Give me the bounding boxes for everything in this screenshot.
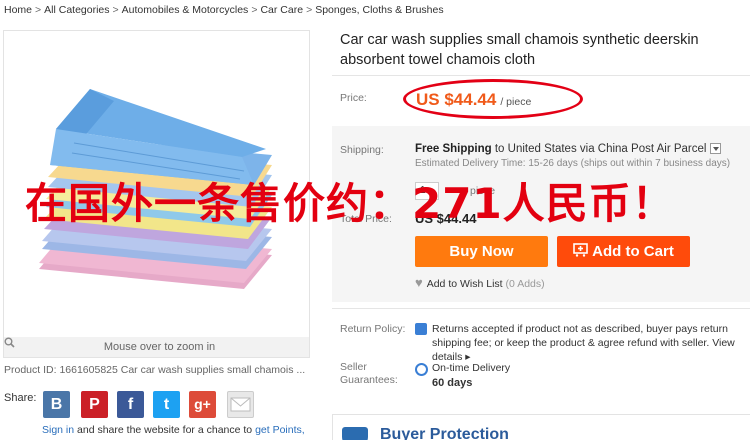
on-time-delivery-days: 60 days [432, 377, 473, 389]
delivery-estimate: Estimated Delivery Time: 15-26 days (shi… [415, 158, 731, 169]
signin-prompt-text: and share the website for a chance to [74, 424, 256, 436]
get-points-link[interactable]: get Points, [255, 424, 305, 436]
breadcrumb-automobiles[interactable]: Automobiles & Motorcycles [122, 4, 249, 16]
cart-icon [573, 237, 589, 268]
breadcrumb: Home > All Categories > Automobiles & Motorc… [4, 4, 444, 16]
breadcrumb-separator: > [112, 4, 119, 16]
free-shipping-text: Free Shipping [415, 143, 492, 155]
signin-share-prompt: Sign in and share the website for a chan… [42, 424, 305, 436]
shield-icon [342, 427, 368, 440]
buyer-protection-title: Buyer Protection [380, 426, 509, 440]
price-annotation-overlay: 在国外一条售价约：271人民币！ [25, 179, 675, 228]
return-policy-body: Returns accepted if product not as descr… [432, 323, 728, 349]
clock-icon [415, 363, 428, 376]
seller-guarantees-label: Seller Guarantees: [340, 361, 398, 386]
twitter-share-button[interactable]: t [153, 391, 180, 418]
add-to-cart-label: Add to Cart [592, 243, 674, 260]
breadcrumb-sponges[interactable]: Sponges, Cloths & Brushes [315, 4, 443, 16]
signin-link[interactable]: Sign in [42, 424, 74, 436]
title-divider [332, 75, 750, 76]
return-policy-text: Returns accepted if product not as descr… [432, 322, 750, 364]
breadcrumb-separator: > [306, 4, 313, 16]
pinterest-share-button[interactable]: P [81, 391, 108, 418]
zoom-hint-text: Mouse over to zoom in [103, 341, 216, 353]
envelope-icon [230, 397, 251, 412]
zoom-hint-bar: Mouse over to zoom in [4, 337, 309, 357]
breadcrumb-all-categories[interactable]: All Categories [44, 4, 109, 16]
facebook-share-button[interactable]: f [117, 391, 144, 418]
email-share-button[interactable] [227, 391, 254, 418]
share-label: Share: [4, 392, 37, 404]
price-highlight-ellipse [403, 79, 583, 119]
breadcrumb-car-care[interactable]: Car Care [260, 4, 303, 16]
return-policy-label: Return Policy: [340, 323, 406, 335]
product-title: Car car wash supplies small chamois synt… [340, 32, 699, 68]
vk-share-button[interactable]: B [43, 391, 70, 418]
shipping-label: Shipping: [340, 144, 384, 156]
buy-now-button[interactable]: Buy Now [415, 236, 548, 267]
price-label: Price: [340, 92, 367, 104]
heart-icon: ♥ [415, 275, 423, 290]
wishlist-label: Add to Wish List [426, 278, 503, 290]
on-time-delivery-title: On-time Delivery [432, 362, 511, 374]
google-plus-share-button[interactable]: g+ [189, 391, 216, 418]
return-policy-icon [415, 323, 427, 335]
breadcrumb-separator: > [251, 4, 258, 16]
breadcrumb-home[interactable]: Home [4, 4, 32, 16]
product-id: Product ID: 1661605825 Car car wash supp… [4, 364, 306, 376]
shipping-method[interactable]: Free Shipping to United States via China… [415, 143, 722, 155]
add-to-wishlist-link[interactable]: ♥ Add to Wish List (0 Adds) [415, 275, 545, 290]
shipping-dropdown-icon[interactable] [710, 143, 722, 155]
shipping-destination: to United States via China Post Air Parc… [491, 143, 707, 155]
add-to-cart-button[interactable]: Add to Cart [557, 236, 690, 267]
wishlist-count: (0 Adds) [505, 278, 545, 290]
panel-divider [332, 308, 750, 309]
breadcrumb-separator: > [35, 4, 42, 16]
